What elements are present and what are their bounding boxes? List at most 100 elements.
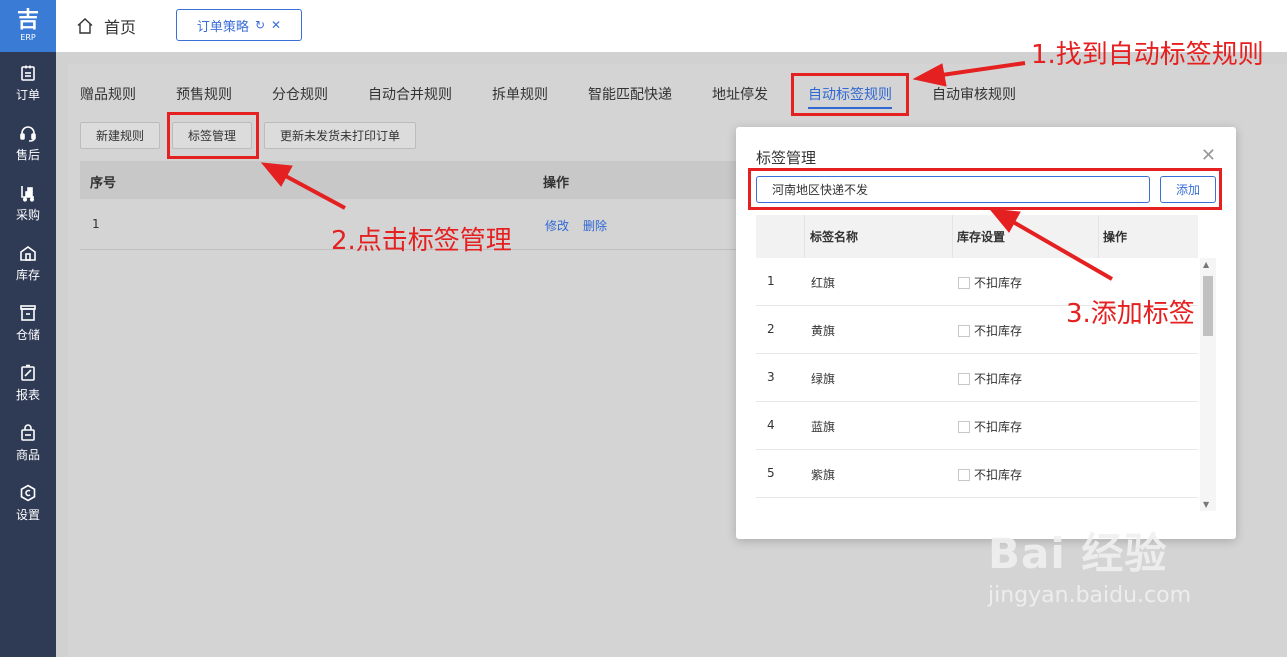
table-scrollbar[interactable]: ▲ ▼ (1200, 258, 1216, 511)
refresh-icon[interactable]: ↻ (255, 18, 265, 32)
column-tag-name: 标签名称 (810, 230, 859, 244)
storage-icon (18, 303, 38, 323)
checkbox-box[interactable] (958, 276, 970, 289)
annotation-step2: 2.点击标签管理 (331, 226, 512, 256)
app-logo[interactable]: 吉 ERP (0, 0, 56, 52)
tag-table-header: 标签名称 库存设置 操作 (756, 215, 1198, 258)
home-label: 首页 (104, 18, 137, 37)
table-row: 4 蓝旗 不扣库存 (756, 402, 1198, 450)
sidebar-item-label: 售后 (15, 148, 40, 162)
watermark-url: jingyan.baidu.com (988, 583, 1192, 608)
close-icon[interactable]: ✕ (271, 18, 281, 32)
delete-link[interactable]: 删除 (583, 217, 607, 234)
stock-checkbox[interactable]: 不扣库存 (958, 418, 1022, 435)
sidebar-item-settings[interactable]: 设置 (0, 483, 56, 523)
open-tab-label: 订单策略 (196, 19, 249, 35)
checkbox-box[interactable] (958, 324, 970, 337)
update-orders-button[interactable]: 更新未发货未打印订单 (264, 122, 416, 149)
table-row: 3 绿旗 不扣库存 (756, 354, 1198, 402)
table-row: 5 紫旗 不扣库存 (756, 450, 1198, 498)
report-icon (18, 363, 38, 383)
row-index: 5 (767, 466, 775, 480)
tab-presale-rules[interactable]: 预售规则 (176, 84, 232, 104)
tag-name: 紫旗 (811, 468, 836, 482)
column-actions: 操作 (1103, 230, 1128, 244)
row-index: 3 (767, 370, 775, 384)
stock-checkbox[interactable]: 不扣库存 (958, 322, 1022, 339)
dialog-title: 标签管理 (756, 149, 817, 167)
rule-tabs: 赠品规则 预售规则 分仓规则 自动合并规则 拆单规则 智能匹配快递 地址停发 自… (68, 64, 1287, 112)
tag-name: 红旗 (811, 276, 836, 290)
watermark-brand: Bai 经验 (988, 529, 1168, 578)
tab-split-order-rules[interactable]: 拆单规则 (492, 84, 548, 104)
stock-checkbox[interactable]: 不扣库存 (958, 466, 1022, 483)
sidebar-item-aftersale[interactable]: 售后 (0, 123, 56, 163)
tab-gift-rules[interactable]: 赠品规则 (80, 84, 136, 104)
column-actions: 操作 (543, 176, 570, 191)
sidebar-item-inventory[interactable]: 库存 (0, 243, 56, 283)
tab-address-stop[interactable]: 地址停发 (712, 84, 768, 104)
sidebar-item-storage[interactable]: 仓储 (0, 303, 56, 343)
sidebar-item-label: 库存 (15, 268, 40, 282)
tag-name: 蓝旗 (811, 420, 836, 434)
sidebar: 吉 ERP 订单 售后 采购 库存 仓储 报表 商品 设置 (0, 0, 56, 657)
sidebar-item-label: 仓储 (15, 328, 40, 342)
sidebar-item-report[interactable]: 报表 (0, 363, 56, 403)
row-index: 2 (767, 322, 775, 336)
checkbox-box[interactable] (958, 420, 970, 433)
clipboard-icon (18, 63, 38, 83)
column-index: 序号 (90, 176, 117, 191)
tab-smart-express[interactable]: 智能匹配快递 (588, 84, 672, 104)
sidebar-item-label: 商品 (15, 448, 40, 462)
bag-icon (18, 423, 38, 443)
checkbox-box[interactable] (958, 372, 970, 385)
sidebar-item-purchase[interactable]: 采购 (0, 183, 56, 223)
tag-name: 绿旗 (811, 372, 836, 386)
annotation-step1: 1.找到自动标签规则 (1031, 40, 1264, 70)
highlight-auto-tag-tab (791, 73, 909, 116)
new-rule-button[interactable]: 新建规则 (80, 122, 160, 149)
logo-text: ERP (20, 33, 36, 42)
scroll-thumb[interactable] (1203, 276, 1213, 336)
column-divider (1098, 215, 1099, 258)
stock-label: 不扣库存 (974, 276, 1023, 290)
tag-name: 黄旗 (811, 324, 836, 338)
sidebar-item-label: 订单 (15, 88, 40, 102)
sidebar-item-goods[interactable]: 商品 (0, 423, 56, 463)
column-divider (952, 215, 953, 258)
annotation-step3: 3.添加标签 (1066, 299, 1195, 329)
tab-auto-merge-rules[interactable]: 自动合并规则 (368, 84, 452, 104)
cart-icon (18, 183, 38, 203)
close-icon[interactable]: ✕ (1201, 145, 1216, 166)
sidebar-item-orders[interactable]: 订单 (0, 63, 56, 103)
stock-label: 不扣库存 (974, 324, 1023, 338)
warehouse-icon (18, 243, 38, 263)
rules-table-header: 序号 操作 (80, 161, 750, 199)
stock-checkbox[interactable]: 不扣库存 (958, 274, 1022, 291)
row-index: 1 (767, 274, 775, 288)
gear-icon (18, 483, 38, 503)
highlight-tag-input (748, 168, 1222, 210)
row-index: 1 (92, 217, 100, 231)
tab-warehouse-split-rules[interactable]: 分仓规则 (272, 84, 328, 104)
logo-mark: 吉 (16, 8, 39, 33)
column-stock-setting: 库存设置 (957, 230, 1006, 244)
column-divider (804, 215, 805, 258)
sidebar-item-label: 设置 (15, 508, 40, 522)
edit-link[interactable]: 修改 (545, 217, 569, 234)
row-index: 4 (767, 418, 775, 432)
stock-label: 不扣库存 (974, 420, 1023, 434)
scroll-up-icon[interactable]: ▲ (1203, 260, 1209, 269)
baidu-watermark: Bai 经验 jingyan.baidu.com (988, 520, 1191, 608)
scroll-down-icon[interactable]: ▼ (1203, 500, 1209, 509)
open-tab-order-strategy[interactable]: 订单策略 ↻ ✕ (176, 9, 302, 41)
checkbox-box[interactable] (958, 468, 970, 481)
sidebar-item-label: 报表 (15, 388, 40, 402)
tag-table: 标签名称 库存设置 操作 1 红旗 不扣库存 2 黄旗 不扣库存 3 绿旗 不扣… (756, 215, 1216, 511)
stock-checkbox[interactable]: 不扣库存 (958, 370, 1022, 387)
sidebar-item-label: 采购 (15, 208, 40, 222)
stock-label: 不扣库存 (974, 372, 1023, 386)
highlight-tag-manage-button (167, 112, 259, 159)
home-link[interactable]: 首页 (76, 14, 136, 38)
tab-auto-review-rules[interactable]: 自动审核规则 (932, 84, 1016, 104)
